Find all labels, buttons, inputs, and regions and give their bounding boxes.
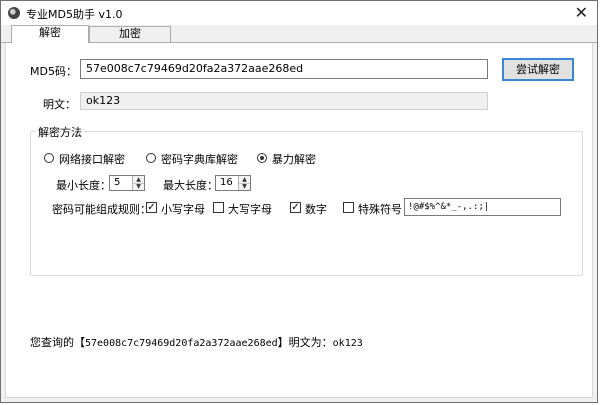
max-length-label: 最大长度： [163, 179, 218, 192]
rules-label: 密码可能组成规则： [52, 203, 151, 216]
spin-down-icon[interactable]: ▼ [133, 183, 144, 190]
checkbox-uppercase-label[interactable]: 大写字母 [228, 201, 272, 217]
title-bar: 专业MD5助手 v1.0 ✕ [1, 1, 597, 25]
result-hash: 57e008c7c79469d20fa2a372aae268ed [85, 338, 278, 349]
result-plain: ok123 [332, 338, 363, 349]
md5-input[interactable]: 57e008c7c79469d20fa2a372aae268ed [80, 59, 488, 79]
tab-strip: 解密 加密 [1, 25, 597, 43]
checkbox-special-label[interactable]: 特殊符号 [358, 201, 402, 217]
tab-encrypt[interactable]: 加密 [89, 26, 171, 42]
result-prefix: 您查询的【 [30, 336, 85, 349]
tab-decrypt[interactable]: 解密 [11, 25, 89, 43]
min-length-spinner[interactable]: 5 ▲ ▼ [109, 175, 145, 191]
md5-label: MD5码： [30, 65, 77, 78]
max-length-value: 16 [220, 177, 233, 188]
try-decrypt-button[interactable]: 尝试解密 [502, 58, 574, 81]
max-length-arrows[interactable]: ▲ ▼ [238, 176, 250, 190]
radio-brute-force-label[interactable]: 暴力解密 [272, 151, 316, 167]
radio-brute-force[interactable] [257, 153, 267, 163]
min-length-value: 5 [114, 177, 121, 188]
radio-dictionary-label[interactable]: 密码字典库解密 [161, 151, 238, 167]
app-icon [8, 7, 20, 19]
result-line: 您查询的【57e008c7c79469d20fa2a372aae268ed】明文… [30, 334, 363, 350]
radio-network-api-label[interactable]: 网络接口解密 [59, 151, 125, 167]
checkbox-special[interactable] [343, 202, 354, 213]
window-title: 专业MD5助手 v1.0 [26, 8, 123, 21]
plaintext-field[interactable]: ok123 [80, 92, 488, 110]
checkbox-uppercase[interactable] [213, 202, 224, 213]
decrypt-panel: MD5码： 57e008c7c79469d20fa2a372aae268ed 尝… [5, 43, 593, 398]
decrypt-method-group: 解密方法 网络接口解密 密码字典库解密 暴力解密 最小长度： 5 ▲ ▼ 最大长… [30, 124, 583, 276]
radio-dictionary[interactable] [146, 153, 156, 163]
result-middle: 】明文为： [277, 336, 333, 349]
max-length-spinner[interactable]: 16 ▲ ▼ [215, 175, 251, 191]
checkbox-digits[interactable]: ✓ [290, 202, 301, 213]
radio-network-api[interactable] [44, 153, 54, 163]
app-window: 专业MD5助手 v1.0 ✕ 解密 加密 MD5码： 57e008c7c7946… [0, 0, 598, 403]
checkbox-lowercase[interactable]: ✓ [146, 202, 157, 213]
checkbox-digits-label[interactable]: 数字 [305, 201, 327, 217]
spin-down-icon[interactable]: ▼ [239, 183, 250, 190]
group-title: 解密方法 [36, 124, 84, 140]
min-length-label: 最小长度： [56, 179, 111, 192]
min-length-arrows[interactable]: ▲ ▼ [132, 176, 144, 190]
special-chars-input[interactable]: !@#$%^&*_-,.:;| [404, 198, 561, 216]
close-icon[interactable]: ✕ [575, 3, 588, 22]
plaintext-label: 明文： [43, 98, 76, 111]
checkbox-lowercase-label[interactable]: 小写字母 [161, 201, 205, 217]
